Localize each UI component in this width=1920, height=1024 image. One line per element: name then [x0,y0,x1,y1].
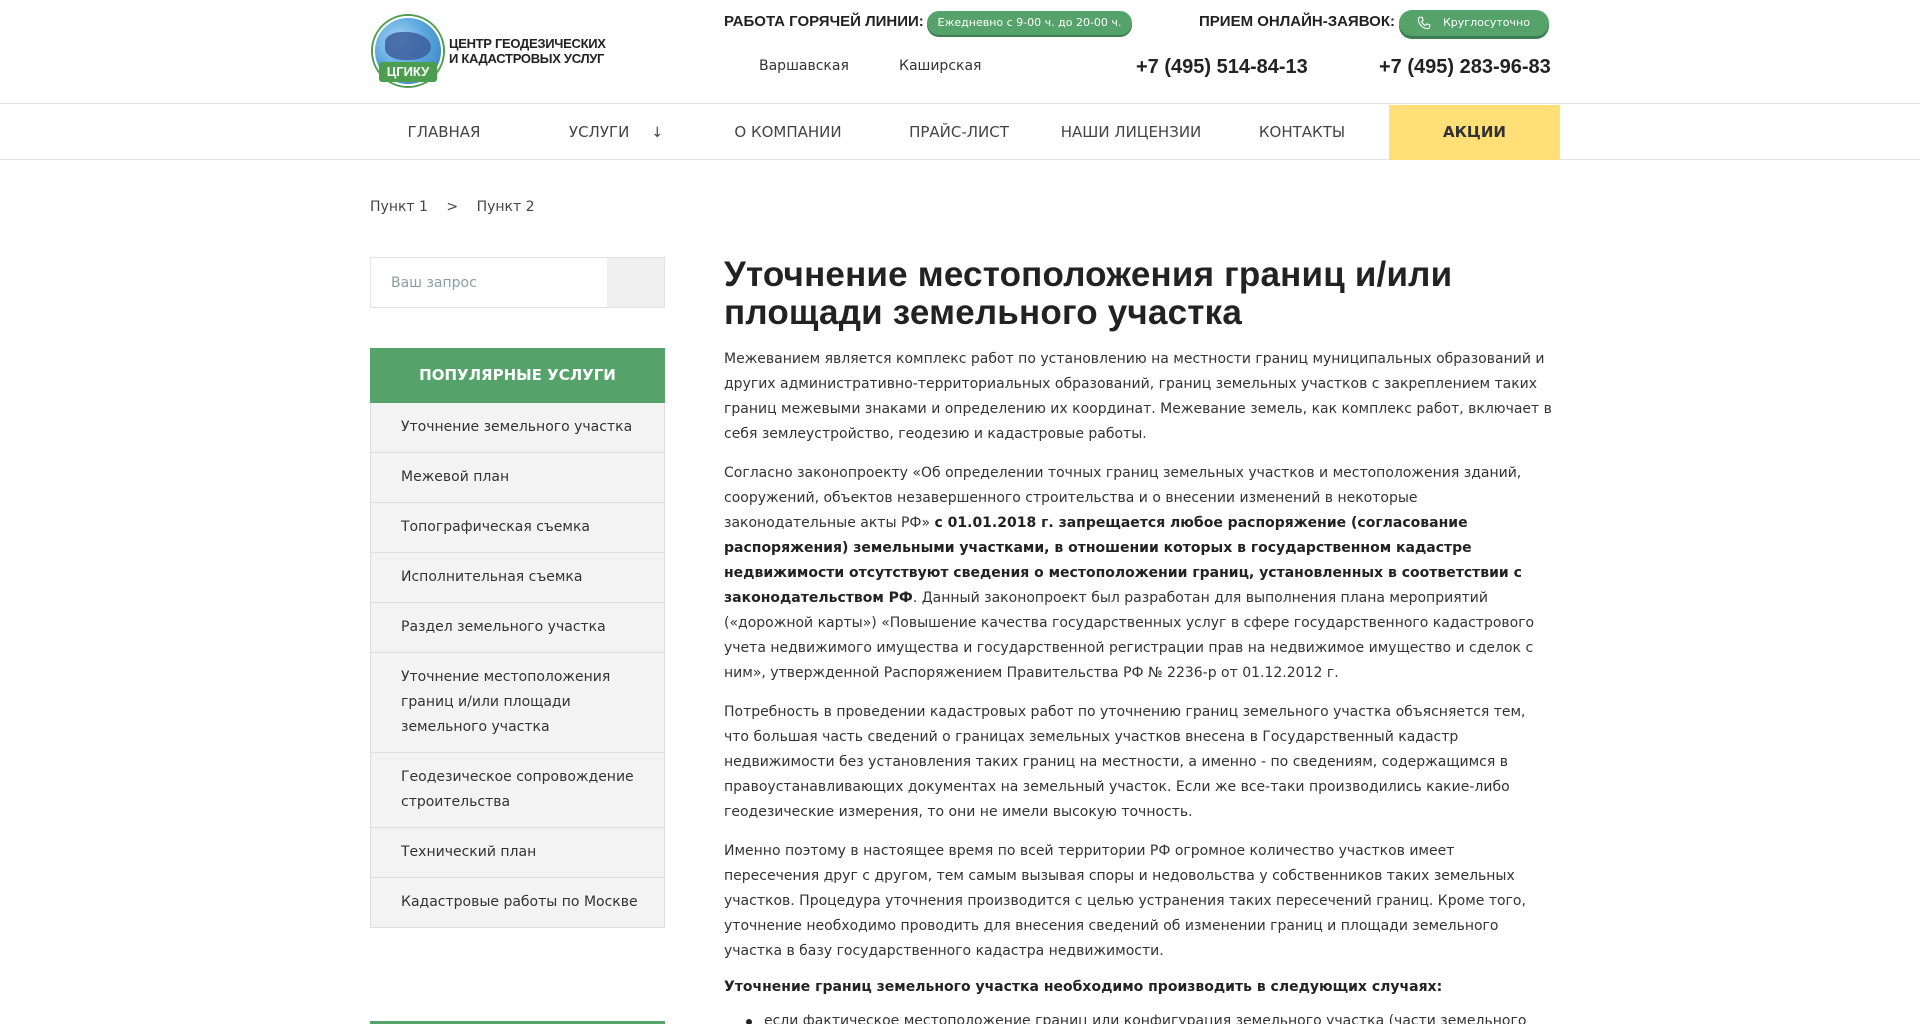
nav-item-label: Наши лицензии [1060,123,1202,141]
hotline-hours-badge: Ежедневно с 9-00 ч. до 20-00 ч. [927,11,1132,35]
phone-number-link[interactable]: +7 (495) 283-96-83 [1379,56,1551,79]
sidebar-item-topographic-survey[interactable]: Топографическая съемка [371,503,664,553]
popular-services-heading: Популярные услуги [370,348,665,403]
search-form [370,257,665,308]
search-input[interactable] [371,258,607,307]
sidebar-item-construction-geodesy[interactable]: Геодезическое сопровождение строительств… [371,753,664,828]
content-subheading: Уточнение границ земельного участка необ… [724,979,1443,995]
content-paragraph: Межеванием является комплекс работ по ус… [724,351,1552,442]
nav-item-label: Главная [407,123,481,141]
nav-item-label: Контакты [1258,123,1346,141]
breadcrumb-separator: > [446,199,459,215]
breadcrumb-item[interactable]: Пункт 2 [477,199,535,215]
sidebar-item-technical-plan[interactable]: Технический план [371,828,664,878]
site-header: ЦГИКУ ЦЕНТР ГЕОДЕЗИЧЕСКИХ И КАДАСТРОВЫХ … [0,0,1920,104]
cases-list: если фактическое местоположение границ и… [724,1009,1552,1024]
sidebar-item-boundary-plan[interactable]: Межевой план [371,453,664,503]
logo-text-line1: ЦЕНТР ГЕОДЕЗИЧЕСКИХ [449,36,606,51]
logo-text: ЦЕНТР ГЕОДЕЗИЧЕСКИХ И КАДАСТРОВЫХ УСЛУГ [449,36,619,66]
nav-item-services[interactable]: Услуги ↓ [541,105,691,160]
metro-station-link[interactable]: Каширская [899,58,981,74]
site-logo[interactable]: ЦГИКУ ЦЕНТР ГЕОДЕЗИЧЕСКИХ И КАДАСТРОВЫХ … [373,16,613,88]
hotline-label: РАБОТА ГОРЯЧЕЙ ЛИНИИ: [724,13,924,30]
online-requests-button[interactable]: Круглосуточно [1399,10,1549,36]
nav-item-price-list[interactable]: Прайс-лист [888,105,1030,160]
page-title: Уточнение местоположения границ и/или пл… [724,255,1453,332]
online-requests-label: ПРИЕМ ОНЛАЙН-ЗАЯВОК: [1199,13,1395,30]
nav-item-contacts[interactable]: Контакты [1232,105,1372,160]
breadcrumb: Пункт 1 > Пункт 2 [370,199,535,215]
sidebar-item-boundary-clarification[interactable]: Уточнение земельного участка [371,403,664,453]
metro-station-link[interactable]: Варшавская [759,58,849,74]
main-content: Уточнение местоположения границ и/или пл… [724,256,1552,1024]
logo-text-line2: И КАДАСТРОВЫХ УСЛУГ [449,51,605,66]
logo-map-shape [385,32,431,60]
arrow-down-icon: ↓ [651,125,664,141]
sidebar-item-land-division[interactable]: Раздел земельного участка [371,603,664,653]
breadcrumb-item[interactable]: Пункт 1 [370,199,428,215]
nav-item-label: Прайс-лист [909,123,1009,141]
sidebar-item-cadastral-works-moscow[interactable]: Кадастровые работы по Москве [371,878,664,927]
phone-icon [1417,16,1431,30]
online-requests-hours: Круглосуточно [1443,16,1530,29]
nav-item-home[interactable]: Главная [370,105,518,160]
main-navigation: Главная Услуги ↓ О компании Прайс-лист На… [0,105,1920,160]
nav-item-label: Акции [1443,123,1506,141]
content-paragraph: Согласно законопроекту «Об определении т… [724,461,1552,686]
sidebar-item-as-built-survey[interactable]: Исполнительная съемка [371,553,664,603]
nav-item-about[interactable]: О компании [718,105,858,160]
nav-item-label: Услуги [568,123,630,141]
search-button[interactable] [607,258,664,307]
content-paragraph: Потребность в проведении кадастровых раб… [724,704,1526,820]
logo-badge: ЦГИКУ [379,62,437,82]
nav-item-licenses[interactable]: Наши лицензии [1056,105,1206,160]
nav-item-label: О компании [734,123,842,141]
popular-services-list: Уточнение земельного участка Межевой пла… [370,403,665,928]
list-item: если фактическое местоположение границ и… [724,1009,1552,1024]
content-paragraph: Именно поэтому в настоящее время по всей… [724,843,1526,959]
phone-number-link[interactable]: +7 (495) 514-84-13 [1136,56,1308,79]
nav-item-promotions[interactable]: Акции [1389,105,1560,160]
sidebar-item-location-area-clarification[interactable]: Уточнение местоположения границ и/или пл… [371,653,664,753]
